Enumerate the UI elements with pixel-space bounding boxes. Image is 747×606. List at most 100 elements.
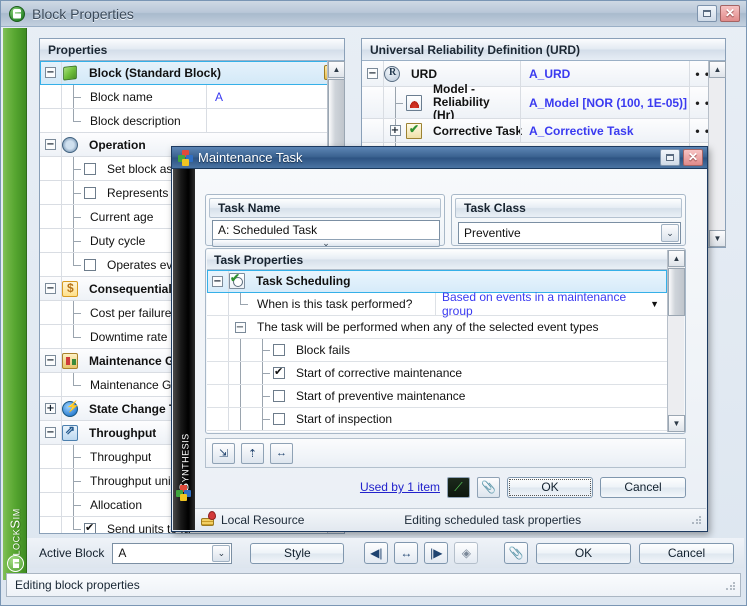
row-checkbox[interactable] [84, 258, 96, 271]
expander-toggle[interactable]: − [234, 321, 246, 333]
table-row[interactable]: − The task will be performed when any of… [207, 316, 667, 339]
expander-toggle[interactable]: − [45, 67, 56, 78]
task-properties-scrollbar[interactable]: ▲ ▼ [667, 250, 685, 432]
style-button[interactable]: Style [250, 542, 345, 564]
row-label: Start of corrective maintenance [296, 366, 463, 380]
row-gutter [40, 469, 62, 492]
scroll-down-arrow-icon[interactable]: ▼ [668, 415, 685, 432]
sort-ascending-icon[interactable]: ⇡ [241, 442, 264, 464]
block-properties-window: Block Properties ✕ BlockSim Properties −… [0, 0, 747, 606]
cancel-button[interactable]: Cancel [600, 476, 686, 498]
row-gutter: − [40, 421, 62, 444]
gear-clock-icon [62, 136, 78, 153]
task-toolbar: ⇲ ⇡ ↔ [205, 438, 686, 468]
scroll-up-arrow-icon[interactable]: ▲ [709, 61, 726, 78]
active-block-select[interactable]: A ⌄ [112, 542, 233, 564]
cancel-button[interactable]: Cancel [639, 542, 734, 564]
tree-gutter [229, 362, 251, 384]
resize-grip-icon[interactable] [725, 579, 736, 591]
row-checkbox[interactable] [273, 390, 285, 402]
add-node-icon[interactable]: ⇲ [212, 442, 235, 464]
tree-gutter [251, 339, 273, 361]
expander-toggle[interactable]: − [45, 139, 56, 150]
tree-gutter [229, 339, 251, 361]
urd-vertical-scrollbar[interactable]: ▲ ▼ [708, 61, 726, 247]
row-label: Allocation [90, 497, 143, 512]
window-controls: ✕ [697, 5, 746, 22]
expander-toggle[interactable]: − [45, 427, 56, 438]
table-row[interactable]: Block name A [40, 85, 344, 109]
chevron-down-icon[interactable]: ⌄ [212, 544, 231, 562]
table-row[interactable]: Block description [40, 109, 344, 133]
row-gutter: − [40, 277, 62, 300]
table-row[interactable]: When is this task performed? Based on ev… [207, 290, 667, 318]
expander-toggle[interactable]: − [212, 275, 223, 287]
row-value[interactable]: A_Corrective Task [520, 119, 689, 142]
scroll-up-arrow-icon[interactable]: ▲ [328, 61, 345, 78]
table-row[interactable]: − URD A_URD • • • [362, 61, 725, 87]
scroll-down-arrow-icon[interactable]: ▼ [709, 230, 726, 247]
close-button[interactable]: ✕ [720, 5, 740, 22]
table-row[interactable]: − Block (Standard Block) [40, 61, 344, 85]
paperclip-icon[interactable]: 📎 [477, 476, 500, 498]
maximize-button[interactable] [697, 5, 717, 22]
expander-toggle[interactable]: − [367, 68, 378, 79]
resize-grip-icon[interactable] [690, 514, 702, 525]
model-plot-icon [406, 94, 422, 111]
fit-block-icon[interactable]: ↔ [394, 542, 419, 564]
row-value[interactable] [206, 109, 344, 132]
table-row[interactable]: Block fails [207, 339, 667, 362]
task-class-select[interactable]: Preventive ⌄ [458, 222, 681, 244]
scroll-thumb[interactable] [668, 268, 685, 316]
expander-toggle[interactable]: + [389, 125, 401, 136]
used-by-link[interactable]: Used by 1 item [360, 480, 440, 494]
expander-toggle[interactable]: + [45, 403, 56, 414]
table-row[interactable]: Start of inspection [207, 408, 667, 431]
table-row[interactable]: Model - Reliability (Hr) A_Model [NOR (1… [362, 83, 725, 122]
scroll-up-arrow-icon[interactable]: ▲ [668, 250, 685, 267]
row-value[interactable]: A_URD [520, 61, 689, 86]
table-row[interactable]: + Corrective Task A_Corrective Task • • … [362, 119, 725, 143]
paperclip-icon[interactable]: 📎 [504, 542, 528, 564]
row-checkbox[interactable] [273, 365, 285, 379]
row-gutter [207, 293, 229, 315]
row-label: Consequential C [89, 281, 184, 296]
row-value[interactable]: A [206, 85, 344, 108]
table-row[interactable]: Start of corrective maintenance [207, 362, 667, 385]
row-checkbox[interactable] [273, 344, 285, 356]
row-gutter [40, 253, 62, 276]
row-gutter [40, 109, 62, 132]
tree-gutter [251, 385, 273, 407]
tree-gutter [229, 385, 251, 407]
table-row[interactable]: Start of preventive maintenance [207, 385, 667, 408]
plot-chart-icon[interactable]: ⟋ [447, 476, 470, 498]
when-performed-select[interactable]: Based on events in a maintenance group ▼ [435, 290, 667, 318]
chevron-down-icon[interactable]: ⌄ [661, 224, 679, 242]
row-checkbox[interactable] [84, 521, 96, 533]
local-resource-label: Local Resource [221, 512, 305, 527]
ok-button[interactable]: OK [507, 476, 593, 498]
task-properties-body: − Task Scheduling When is this task perf… [207, 270, 667, 432]
expander-toggle[interactable]: − [45, 283, 56, 294]
expander-toggle[interactable]: − [45, 355, 56, 366]
previous-block-icon[interactable]: ◀| [364, 542, 389, 564]
row-value[interactable]: A_Model [NOR (100, 1E-05)] [520, 87, 689, 118]
close-button[interactable]: ✕ [683, 149, 703, 166]
task-name-spin-handle[interactable]: ⌄ [212, 238, 440, 248]
chevron-down-icon[interactable]: ▼ [650, 299, 659, 309]
row-checkbox[interactable] [84, 186, 96, 199]
row-checkbox[interactable] [84, 162, 96, 175]
row-label: Cost per failure [90, 305, 172, 320]
row-label: Current age [90, 209, 154, 224]
row-label: URD [411, 66, 437, 81]
corrective-task-icon [406, 122, 422, 139]
row-label: The task will be performed when any of t… [257, 320, 599, 334]
cube-icon [63, 64, 77, 81]
diagram-icon[interactable]: ◈ [454, 542, 479, 564]
row-checkbox[interactable] [273, 413, 285, 425]
throughput-icon [62, 423, 78, 441]
next-block-icon[interactable]: |▶ [424, 542, 449, 564]
maximize-button[interactable] [660, 149, 680, 166]
ok-button[interactable]: OK [536, 542, 631, 564]
fit-columns-icon[interactable]: ↔ [270, 442, 293, 464]
